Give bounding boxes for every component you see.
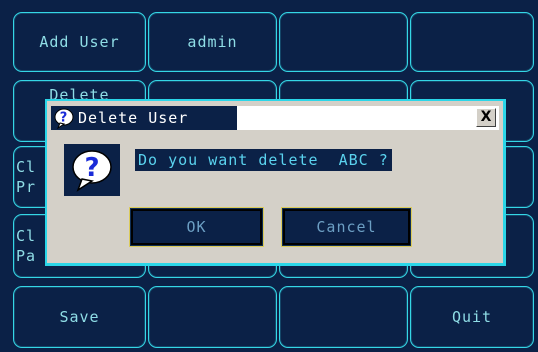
svg-text:?: ? [60, 111, 69, 126]
add-user-label: Add User [39, 33, 120, 51]
close-button[interactable]: X [476, 108, 496, 127]
admin-user-item[interactable]: admin [148, 12, 277, 72]
delete-user-dialog: ? Delete User X ? Do you want delete ABC… [45, 99, 506, 266]
change-password-label: Cl Pa [16, 226, 36, 266]
change-profile-label: Cl Pr [16, 157, 36, 197]
close-icon: X [480, 109, 492, 125]
save-button[interactable]: Save [13, 286, 146, 348]
cancel-label: Cancel [316, 218, 377, 236]
add-user-button[interactable]: Add User [13, 12, 146, 72]
empty-grid-cell[interactable] [279, 12, 408, 72]
quit-button[interactable]: Quit [410, 286, 534, 348]
ok-button[interactable]: OK [129, 207, 264, 247]
empty-grid-cell[interactable] [279, 286, 408, 348]
dialog-title: Delete User [78, 109, 189, 127]
cancel-button[interactable]: Cancel [281, 207, 412, 247]
question-icon: ? [54, 108, 74, 129]
button-label-line: Cl [16, 158, 37, 176]
empty-grid-cell[interactable] [148, 286, 277, 348]
dialog-titlebar: ? Delete User X [51, 106, 499, 130]
question-icon: ? [64, 144, 120, 196]
dialog-title-area: ? Delete User [51, 106, 237, 130]
button-label-line: Pr [16, 178, 37, 196]
svg-text:?: ? [84, 153, 99, 183]
save-label: Save [59, 308, 100, 326]
button-label-line: Pa [16, 247, 37, 265]
admin-label: admin [187, 33, 238, 51]
dialog-message: Do you want delete ABC ? [135, 149, 392, 171]
button-label-line: Cl [16, 227, 37, 245]
empty-grid-cell[interactable] [410, 12, 534, 72]
ok-label: OK [186, 218, 207, 236]
quit-label: Quit [451, 308, 493, 326]
